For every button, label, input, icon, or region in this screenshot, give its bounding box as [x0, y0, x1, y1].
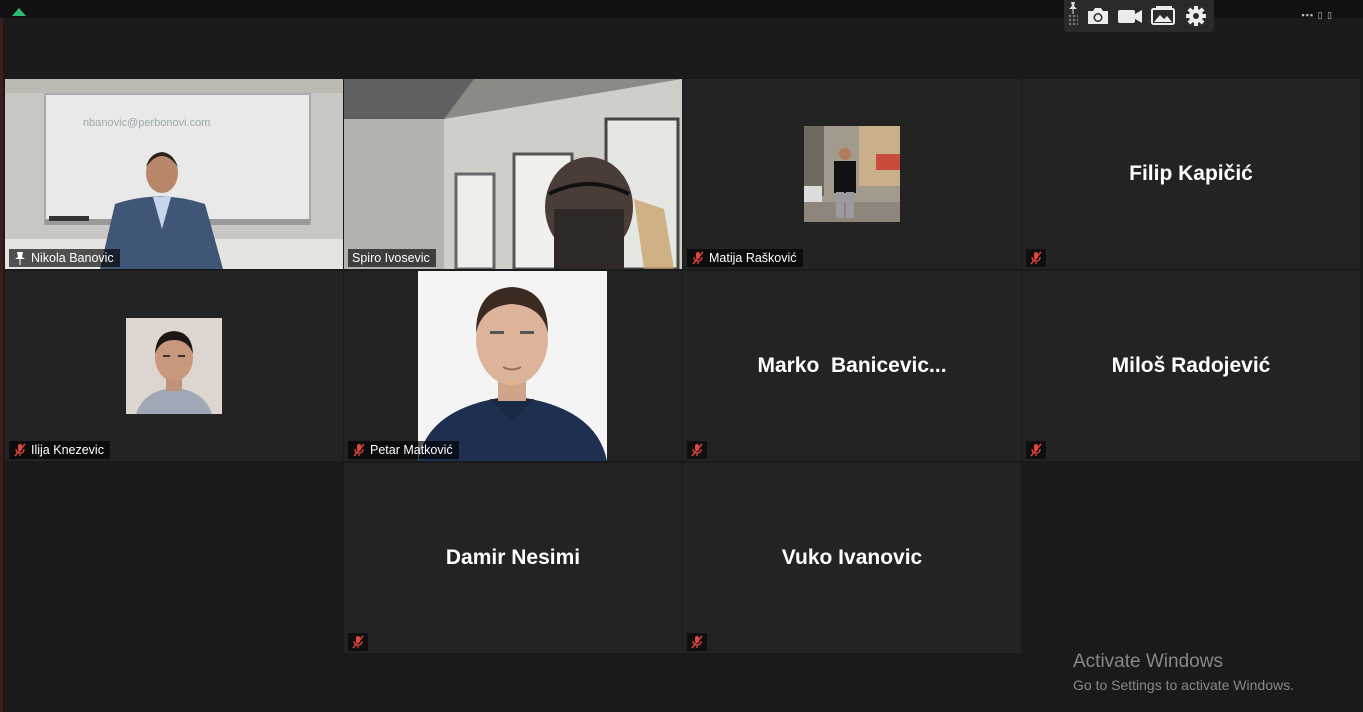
video-feed-spiro	[344, 79, 682, 269]
mic-status	[687, 441, 707, 459]
video-tile-nikola[interactable]: nbanovic@perbonovi.com Nikola Banovic	[5, 79, 343, 269]
settings-icon[interactable]	[1182, 4, 1210, 28]
participant-name-label: Spiro Ivosevic	[348, 249, 436, 267]
mic-muted-icon	[692, 251, 704, 265]
participant-name-label: Matija Rašković	[687, 249, 803, 267]
mic-muted-icon	[14, 443, 26, 457]
video-tile-spiro[interactable]: Spiro Ivosevic	[344, 79, 682, 269]
video-tile-petar[interactable]: Petar Matković	[344, 271, 682, 461]
participant-name-label: Ilija Knezevic	[9, 441, 110, 459]
mic-status	[348, 633, 368, 651]
video-tile-matija[interactable]: Matija Rašković	[683, 79, 1021, 269]
participant-name: Nikola Banovic	[31, 251, 114, 265]
participant-name: Ilija Knezevic	[31, 443, 104, 457]
video-tile-marko[interactable]: Marko Banicevic...	[683, 271, 1021, 461]
mic-muted-icon	[353, 443, 365, 457]
participant-display-name: Vuko Ivanovic	[781, 546, 923, 569]
share-screen-icon[interactable]	[1149, 4, 1177, 28]
participant-name-label: Nikola Banovic	[9, 249, 120, 267]
mic-muted-icon	[691, 635, 703, 649]
pin-icon[interactable]	[1068, 2, 1078, 14]
video-tile-vuko[interactable]: Vuko Ivanovic	[683, 463, 1021, 653]
participant-display-name: Marko Banicevic...	[757, 354, 947, 377]
window-controls-icon[interactable]: ▪▪▪ ▯ ▯	[1302, 10, 1333, 21]
mic-muted-icon	[352, 635, 364, 649]
profile-photo-matija	[804, 126, 900, 222]
video-tile-filip[interactable]: Filip Kapičić	[1022, 79, 1360, 269]
mic-status	[687, 633, 707, 651]
participant-name: Matija Rašković	[709, 251, 797, 265]
camera-icon[interactable]	[1084, 4, 1112, 28]
activate-windows-subtitle: Go to Settings to activate Windows.	[1073, 677, 1294, 693]
mic-status	[1026, 249, 1046, 267]
floating-toolbar	[1064, 0, 1214, 32]
mic-muted-icon	[1030, 251, 1042, 265]
activate-windows-watermark: Activate Windows Go to Settings to activ…	[1073, 651, 1294, 693]
participant-display-name: Filip Kapičić	[1129, 162, 1253, 185]
participant-display-name: Damir Nesimi	[445, 546, 581, 569]
participant-name: Spiro Ivosevic	[352, 251, 430, 265]
mic-status	[1026, 441, 1046, 459]
mic-muted-icon	[691, 443, 703, 457]
video-tile-damir[interactable]: Damir Nesimi	[344, 463, 682, 653]
profile-photo-petar	[418, 271, 607, 461]
activate-windows-title: Activate Windows	[1073, 651, 1223, 672]
participant-display-name: Miloš Radojević	[1111, 354, 1271, 377]
security-shield-icon[interactable]	[12, 8, 26, 16]
whiteboard-text: nbanovic@perbonovi.com	[83, 117, 210, 129]
drag-handle-icon[interactable]	[1068, 14, 1078, 26]
mic-muted-icon	[1030, 443, 1042, 457]
video-tile-ilija[interactable]: Ilija Knezevic	[5, 271, 343, 461]
pin-icon	[15, 252, 25, 265]
video-feed-nikola: nbanovic@perbonovi.com	[5, 79, 343, 269]
video-tile-milos[interactable]: Miloš Radojević	[1022, 271, 1360, 461]
participant-name-label: Petar Matković	[348, 441, 459, 459]
profile-photo-ilija	[126, 318, 222, 414]
window-left-edge	[0, 18, 3, 712]
participant-name: Petar Matković	[370, 443, 453, 457]
video-icon[interactable]	[1116, 4, 1144, 28]
